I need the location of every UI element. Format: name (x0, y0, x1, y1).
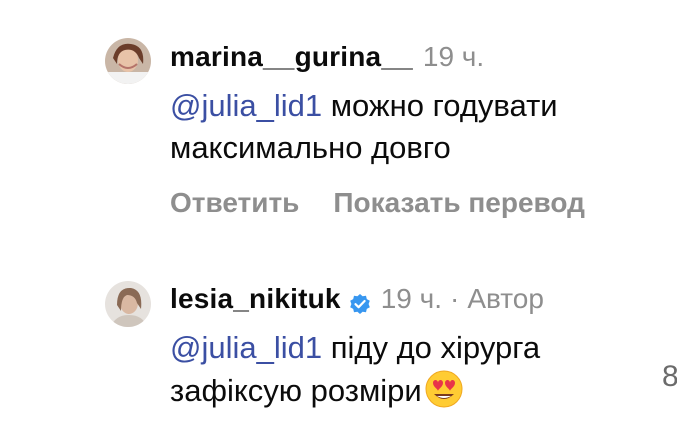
heart-eyes-emoji-icon (424, 369, 464, 409)
comment-time: 19 ч. (380, 283, 442, 314)
show-translation-button[interactable]: Показать перевод (333, 187, 585, 218)
comment-text-line2: максимально довго (170, 130, 451, 165)
comments-screen: marina__gurina__ 19 ч. @julia_lid1 можно… (0, 0, 677, 430)
comment-username[interactable]: marina__gurina__ (170, 40, 413, 74)
comment-text-line2: зафіксую розміри (170, 373, 422, 408)
mention-link[interactable]: @julia_lid1 (170, 330, 322, 365)
cut-off-count: 8 (662, 360, 677, 393)
avatar[interactable] (105, 281, 151, 327)
comment-text: @julia_lid1 можно годувати максимально д… (170, 85, 558, 169)
comment-username[interactable]: lesia_nikituk (170, 282, 341, 316)
comment-text: @julia_lid1 піду до хірурга зафіксую роз… (170, 327, 540, 412)
avatar[interactable] (105, 38, 151, 84)
reply-button[interactable]: Ответить (170, 187, 299, 218)
verified-badge-icon (349, 289, 371, 314)
comment-text-line1: можно годувати (322, 88, 558, 123)
author-label: Автор (467, 283, 544, 314)
comment-text-line1: піду до хірурга (322, 330, 541, 365)
meta-separator: · (449, 283, 460, 314)
mention-link[interactable]: @julia_lid1 (170, 88, 322, 123)
comment-time: 19 ч. (422, 41, 485, 72)
comment-actions: Ответить Показать перевод (170, 186, 585, 220)
